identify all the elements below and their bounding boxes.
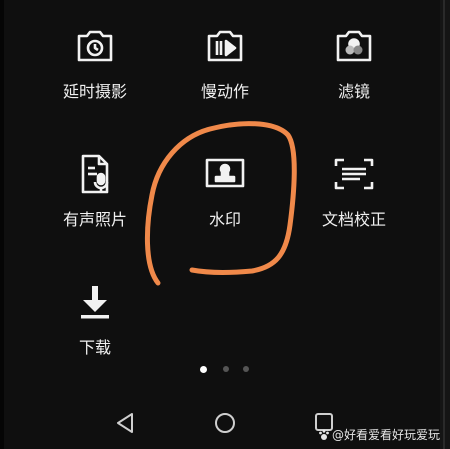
page-dot-active (200, 365, 207, 373)
home-icon[interactable] (214, 412, 236, 434)
mode-download[interactable]: 下载 (35, 280, 155, 358)
mode-filter[interactable]: 滤镜 (294, 24, 414, 102)
audio-photo-icon (81, 154, 109, 194)
page-dot (223, 366, 229, 372)
mode-label: 延时摄影 (62, 82, 127, 101)
slow-motion-icon (207, 30, 243, 62)
mode-audio-photo[interactable]: 有声照片 (35, 152, 155, 230)
mode-slow-motion[interactable]: 慢动作 (165, 24, 285, 102)
mode-timelapse[interactable]: 延时摄影 (35, 24, 155, 102)
mode-label: 下载 (78, 338, 111, 357)
paw-icon (319, 429, 329, 440)
document-scan-icon (334, 158, 374, 190)
source-watermark: @好看爱看好玩爱玩 (318, 426, 440, 443)
mode-label: 滤镜 (337, 82, 370, 101)
page-dot (243, 366, 249, 372)
screen-left-edge (0, 0, 4, 449)
mode-label: 有声照片 (62, 210, 127, 229)
download-icon (81, 286, 109, 319)
screen-right-edge (440, 0, 450, 449)
watermark-text: @好看爱看好玩爱玩 (332, 428, 441, 442)
mode-document-scan[interactable]: 文档校正 (294, 152, 414, 230)
filter-icon (336, 30, 372, 62)
timelapse-icon (77, 30, 113, 62)
mode-label: 文档校正 (321, 210, 386, 229)
back-icon[interactable] (115, 412, 135, 434)
annotation-circle (144, 121, 297, 286)
mode-label: 慢动作 (200, 82, 249, 101)
